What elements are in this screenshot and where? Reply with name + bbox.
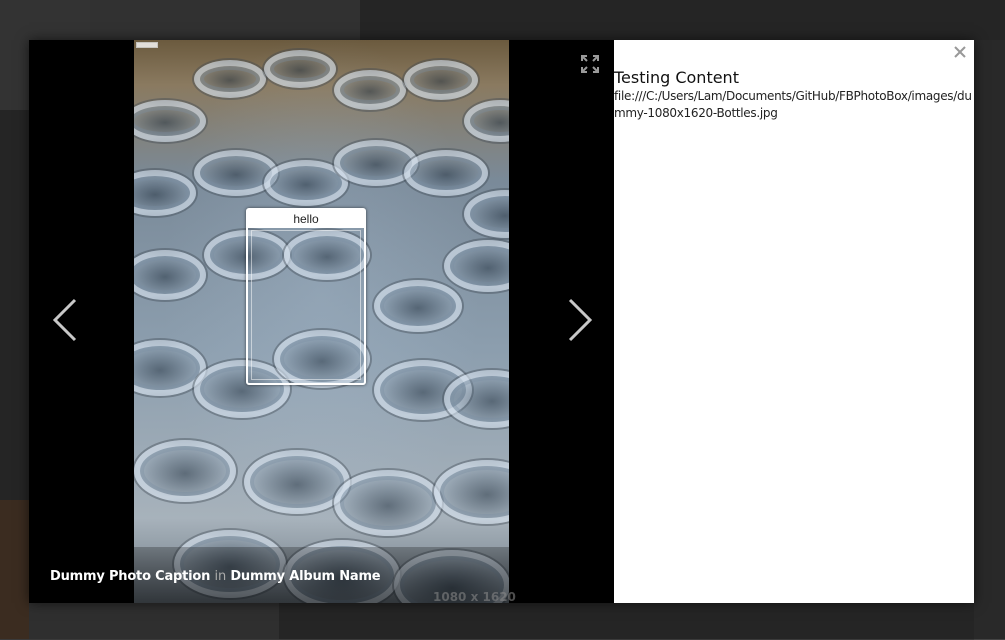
bottle-shape [374,280,462,332]
expand-icon [581,55,599,73]
photo-caption: Dummy Photo Caption in Dummy Album Name [50,569,381,584]
chevron-right-icon [568,298,593,342]
bottle-shape [134,440,236,502]
close-icon [954,46,966,58]
bottle-shape [404,60,478,100]
fullscreen-button[interactable] [580,54,600,74]
image-file-path: file:///C:/Users/Lam/Documents/GitHub/FB… [614,89,972,120]
side-panel: Testing Content file:///C:/Users/Lam/Doc… [614,40,974,603]
bottle-shape [334,470,442,536]
image-dimensions: 1080 x 1620 [433,590,516,603]
photo-tag-box[interactable]: hello [246,208,366,385]
photo-tag-area [251,230,361,380]
next-photo-button[interactable] [564,295,604,345]
bottle-shape [194,60,266,98]
bottle-shape [464,190,509,238]
chevron-left-icon [52,298,77,342]
bottle-shape [434,460,509,524]
image-marker [136,42,158,48]
bottle-shape [464,100,509,142]
bottle-shape [444,240,509,292]
bottle-shape [134,170,196,216]
photo-lightbox: hello Dummy Photo Caption in Dummy Album… [29,40,974,603]
bottle-shape [404,150,488,196]
bottle-shape [134,100,206,142]
album-name-link[interactable]: Dummy Album Name [230,569,380,584]
caption-text[interactable]: Dummy Photo Caption [50,569,210,584]
bottle-shape [334,70,406,110]
photo-tag-label: hello [248,210,364,228]
side-panel-title: Testing Content [614,68,739,87]
close-button[interactable] [952,44,968,60]
photo-stage: hello Dummy Photo Caption in Dummy Album… [29,40,614,603]
caption-in: in [214,569,227,584]
bottle-shape [264,50,336,88]
bottle-shape [134,250,206,300]
previous-photo-button[interactable] [49,295,89,345]
